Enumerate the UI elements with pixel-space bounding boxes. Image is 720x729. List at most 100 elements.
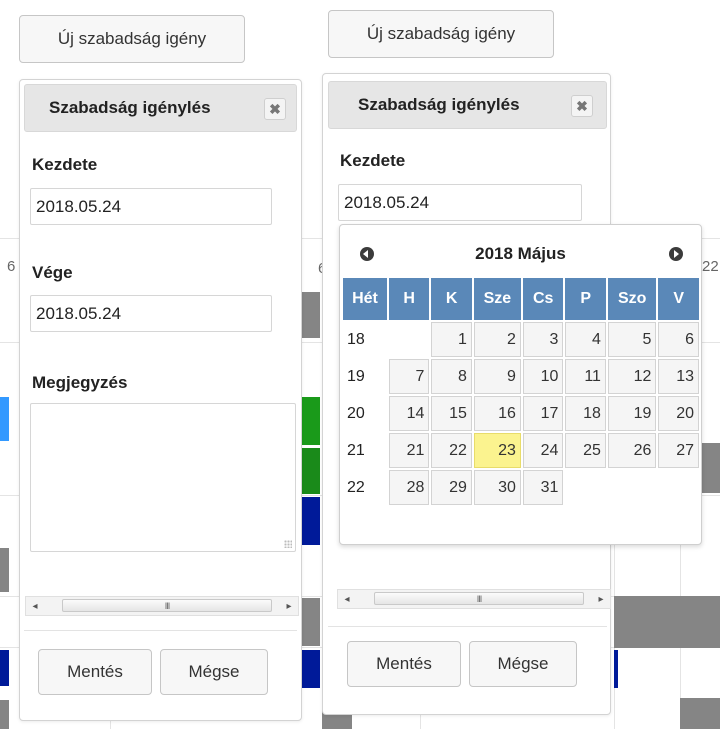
calendar-day[interactable]: 13: [658, 359, 699, 394]
calendar-day[interactable]: 22: [431, 433, 472, 468]
dialog-titlebar[interactable]: Szabadság igénylés ✖: [24, 84, 297, 132]
datepicker-popup: 2018 Május Hét H K Sze Cs P Szo V 18 1 2 3 4 5 6 19 7 8 9…: [339, 224, 702, 545]
calendar-day[interactable]: 16: [473, 396, 521, 431]
new-leave-request-button[interactable]: Új szabadság igény: [328, 10, 554, 58]
thursday-header: Cs: [522, 278, 564, 320]
event-block[interactable]: [680, 698, 720, 729]
leave-request-dialog: Szabadság igénylés ✖ Kezdete 2018.05.24 …: [19, 79, 302, 721]
end-label: Vége: [32, 263, 73, 282]
start-label: Kezdete: [340, 151, 406, 170]
start-date-field[interactable]: 2018.05.24: [30, 188, 272, 225]
calendar-day[interactable]: 14: [388, 396, 430, 431]
save-button[interactable]: Mentés: [347, 641, 461, 687]
scroll-left-icon[interactable]: ◂: [338, 590, 356, 608]
new-leave-request-button[interactable]: Új szabadság igény: [19, 15, 245, 63]
datepicker-header: 2018 Május: [340, 235, 701, 273]
calendar-day[interactable]: 8: [431, 359, 472, 394]
calendar-day[interactable]: 26: [607, 433, 657, 468]
calendar-day-selected[interactable]: 23: [473, 433, 521, 468]
scroll-right-icon[interactable]: ▸: [280, 597, 298, 615]
dialog-title: Szabadság igénylés: [358, 95, 520, 114]
date-fragment: 6: [7, 258, 16, 275]
dialog-titlebar[interactable]: Szabadság igénylés ✖: [328, 81, 607, 129]
calendar-day[interactable]: 11: [565, 359, 606, 394]
save-button[interactable]: Mentés: [38, 649, 152, 695]
week-number: 18: [347, 330, 365, 348]
datepicker-month-title: 2018 Május: [475, 244, 566, 263]
close-icon[interactable]: ✖: [264, 98, 286, 120]
week-header: Hét: [343, 278, 387, 320]
event-block[interactable]: [0, 650, 9, 686]
event-block[interactable]: [300, 397, 320, 445]
event-block[interactable]: [0, 548, 9, 592]
calendar-day[interactable]: 24: [522, 433, 564, 468]
next-month-icon[interactable]: [669, 247, 683, 261]
resize-grip-icon[interactable]: [284, 540, 292, 548]
calendar-day[interactable]: 3: [522, 322, 564, 357]
calendar-day[interactable]: 17: [522, 396, 564, 431]
friday-header: P: [565, 278, 606, 320]
calendar-day[interactable]: 12: [607, 359, 657, 394]
calendar-day[interactable]: 19: [607, 396, 657, 431]
cancel-button[interactable]: Mégse: [160, 649, 268, 695]
calendar-day[interactable]: 30: [473, 470, 521, 505]
calendar-grid: Hét H K Sze Cs P Szo V 18 1 2 3 4 5 6 19 7 8 9 10 11 12 13 20 1…: [341, 276, 701, 507]
calendar-week-row: 21 21 22 23 24 25 26 27: [343, 433, 699, 468]
event-block[interactable]: [0, 700, 9, 729]
tuesday-header: K: [431, 278, 472, 320]
calendar-day[interactable]: 29: [431, 470, 472, 505]
empty-cell: [389, 322, 430, 357]
close-icon[interactable]: ✖: [571, 95, 593, 117]
calendar-day[interactable]: 6: [658, 322, 699, 357]
calendar-day[interactable]: 31: [522, 470, 564, 505]
start-date-field[interactable]: 2018.05.24: [338, 184, 582, 221]
event-block[interactable]: [300, 292, 320, 338]
horizontal-scrollbar[interactable]: ◂ III ▸: [337, 589, 611, 609]
calendar-week-row: 22 28 29 30 31: [343, 470, 699, 505]
event-block[interactable]: [0, 397, 9, 441]
week-number: 21: [347, 441, 365, 459]
calendar-day[interactable]: 9: [473, 359, 521, 394]
calendar-header-row: Hét H K Sze Cs P Szo V: [343, 278, 699, 320]
monday-header: H: [388, 278, 430, 320]
calendar-day[interactable]: 21: [388, 433, 430, 468]
calendar-day[interactable]: 2: [473, 322, 521, 357]
saturday-header: Szo: [607, 278, 657, 320]
event-block[interactable]: [300, 650, 320, 688]
event-block[interactable]: [614, 650, 618, 688]
divider: [24, 630, 297, 631]
note-label: Megjegyzés: [32, 373, 128, 392]
event-block[interactable]: [300, 497, 320, 545]
calendar-day[interactable]: 27: [658, 433, 699, 468]
cancel-button[interactable]: Mégse: [469, 641, 577, 687]
calendar-week-row: 19 7 8 9 10 11 12 13: [343, 359, 699, 394]
scroll-left-icon[interactable]: ◂: [26, 597, 44, 615]
event-block[interactable]: [614, 596, 720, 648]
calendar-day[interactable]: 1: [431, 322, 472, 357]
calendar-day[interactable]: 20: [658, 396, 699, 431]
week-number: 22: [347, 478, 365, 496]
event-block[interactable]: [300, 598, 320, 646]
calendar-day[interactable]: 15: [431, 396, 472, 431]
calendar-day[interactable]: 18: [565, 396, 606, 431]
empty-cell: [608, 470, 656, 505]
week-number: 20: [347, 404, 365, 422]
calendar-day[interactable]: 7: [388, 359, 430, 394]
note-textarea[interactable]: [30, 403, 296, 552]
prev-month-icon[interactable]: [360, 247, 374, 261]
calendar-day[interactable]: 4: [565, 322, 606, 357]
dialog-title: Szabadság igénylés: [49, 98, 211, 117]
calendar-day[interactable]: 5: [607, 322, 657, 357]
calendar-week-row: 20 14 15 16 17 18 19 20: [343, 396, 699, 431]
end-date-field[interactable]: 2018.05.24: [30, 295, 272, 332]
calendar-day[interactable]: 10: [522, 359, 564, 394]
scroll-right-icon[interactable]: ▸: [592, 590, 610, 608]
scroll-thumb[interactable]: III: [374, 592, 584, 605]
scroll-thumb[interactable]: III: [62, 599, 272, 612]
divider: [328, 626, 607, 627]
wednesday-header: Sze: [473, 278, 521, 320]
horizontal-scrollbar[interactable]: ◂ III ▸: [25, 596, 299, 616]
calendar-day[interactable]: 25: [565, 433, 606, 468]
event-block[interactable]: [300, 448, 320, 494]
calendar-day[interactable]: 28: [388, 470, 430, 505]
